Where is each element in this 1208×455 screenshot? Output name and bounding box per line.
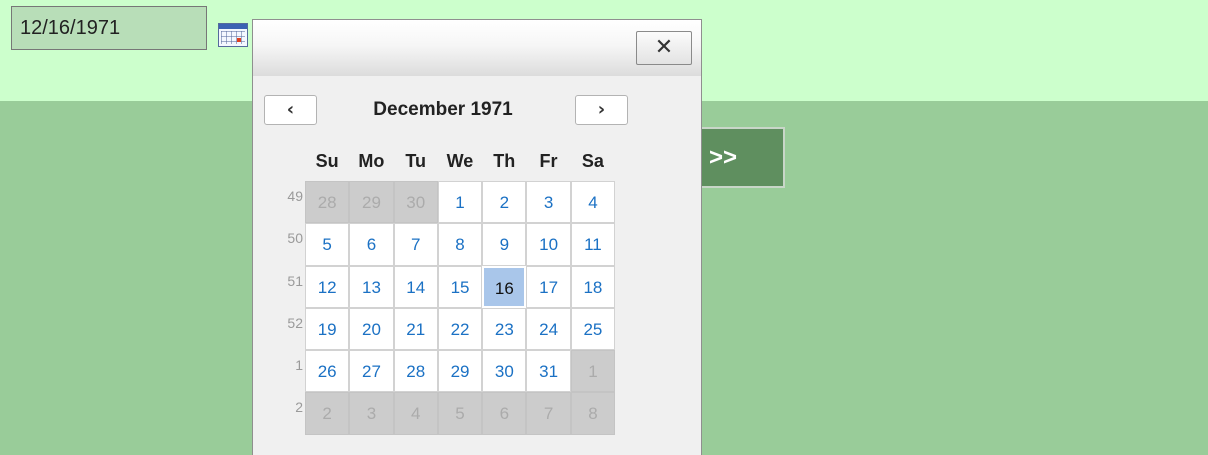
weekday-header: We xyxy=(446,151,474,171)
day-cell[interactable]: 9 xyxy=(482,223,527,266)
day-cell[interactable]: 7 xyxy=(393,223,438,266)
other-month-day-cell: 3 xyxy=(349,392,394,435)
day-cell[interactable]: 1 xyxy=(437,181,483,224)
close-icon[interactable]: ✕ xyxy=(636,31,692,65)
other-month-day-cell: 29 xyxy=(349,181,394,224)
week-number: 50 xyxy=(287,230,303,247)
day-cell[interactable]: 18 xyxy=(570,265,616,308)
calendar-icon-grid xyxy=(221,31,245,44)
day-cell[interactable]: 26 xyxy=(305,350,350,393)
prev-month-button[interactable]: ‹ xyxy=(264,95,317,125)
week-row: 51 12 13 14 15 16 17 18 xyxy=(253,265,617,308)
calendar-icon-marker xyxy=(237,38,241,42)
calendar-icon[interactable] xyxy=(218,23,248,47)
week-row: 1 26 27 28 29 30 31 1 xyxy=(253,350,617,393)
week-row: 52 19 20 21 22 23 24 25 xyxy=(253,307,617,351)
week-number: 2 xyxy=(295,399,303,416)
other-month-day-cell: 30 xyxy=(393,181,438,224)
day-cell[interactable]: 10 xyxy=(526,223,571,266)
calendar-icon-header xyxy=(219,24,247,29)
day-cell[interactable]: 11 xyxy=(570,223,616,266)
week-row: 49 28 29 30 1 2 3 4 xyxy=(253,181,617,224)
other-month-day-cell: 2 xyxy=(305,392,350,435)
day-cell[interactable]: 3 xyxy=(526,181,571,224)
week-number: 1 xyxy=(295,357,303,374)
day-cell[interactable]: 24 xyxy=(526,307,571,351)
day-cell[interactable]: 4 xyxy=(570,181,616,224)
other-month-day-cell: 28 xyxy=(305,181,350,224)
weekday-header: Mo xyxy=(358,151,385,171)
day-cell[interactable]: 29 xyxy=(437,350,483,393)
day-cell[interactable]: 2 xyxy=(482,181,527,224)
day-cell[interactable]: 15 xyxy=(437,265,483,308)
datepicker-titlebar xyxy=(253,20,701,76)
other-month-day-cell: 5 xyxy=(437,392,483,435)
next-step-button[interactable]: >> xyxy=(695,127,785,188)
next-month-button[interactable]: › xyxy=(575,95,628,125)
other-month-day-cell: 1 xyxy=(570,350,616,393)
day-cell[interactable]: 22 xyxy=(437,307,483,351)
day-cell[interactable]: 28 xyxy=(393,350,438,393)
day-cell[interactable]: 12 xyxy=(305,265,350,308)
week-number: 51 xyxy=(287,272,303,289)
day-cell[interactable]: 17 xyxy=(526,265,571,308)
day-cell[interactable]: 23 xyxy=(482,307,527,351)
day-cell[interactable]: 20 xyxy=(349,307,394,351)
weekday-header: Sa xyxy=(581,151,604,171)
datepicker-popup: ✕ ‹ December 1971 › Su Mo Tu We Th Fr Sa 49 28 2… xyxy=(252,19,702,455)
day-cell[interactable]: 31 xyxy=(526,350,571,393)
day-cell[interactable]: 25 xyxy=(570,307,616,351)
date-input[interactable] xyxy=(11,6,207,50)
month-title: December 1971 xyxy=(373,99,513,120)
other-month-day-cell: 8 xyxy=(570,392,616,435)
day-cell[interactable]: 14 xyxy=(393,265,438,308)
week-row: 50 5 6 7 8 9 10 11 xyxy=(253,223,617,266)
day-cell[interactable]: 30 xyxy=(482,350,527,393)
calendar-grid: 49 28 29 30 1 2 3 4 50 5 6 7 8 9 10 11 51 12 13 14 15 16 17 18 5… xyxy=(253,181,617,435)
other-month-day-cell: 6 xyxy=(482,392,527,435)
day-cell[interactable]: 27 xyxy=(349,350,394,393)
other-month-day-cell: 4 xyxy=(393,392,438,435)
other-month-day-cell: 7 xyxy=(526,392,571,435)
weekday-header: Tu xyxy=(405,151,427,171)
weekday-header: Fr xyxy=(539,151,558,171)
week-row: 22345678 xyxy=(253,392,617,435)
week-number: 52 xyxy=(287,314,303,331)
day-cell[interactable]: 6 xyxy=(349,223,394,266)
weekday-header-row: Su Mo Tu We Th Fr Sa xyxy=(305,146,615,176)
day-cell[interactable]: 8 xyxy=(437,223,483,266)
day-cell[interactable]: 5 xyxy=(305,223,350,266)
weekday-header: Su xyxy=(315,151,339,171)
weekday-header: Th xyxy=(493,151,516,171)
day-cell[interactable]: 19 xyxy=(305,307,350,351)
week-number: 49 xyxy=(287,188,303,204)
day-cell[interactable]: 13 xyxy=(349,265,394,308)
selected-day-cell[interactable]: 16 xyxy=(482,265,527,308)
day-cell[interactable]: 21 xyxy=(393,307,438,351)
